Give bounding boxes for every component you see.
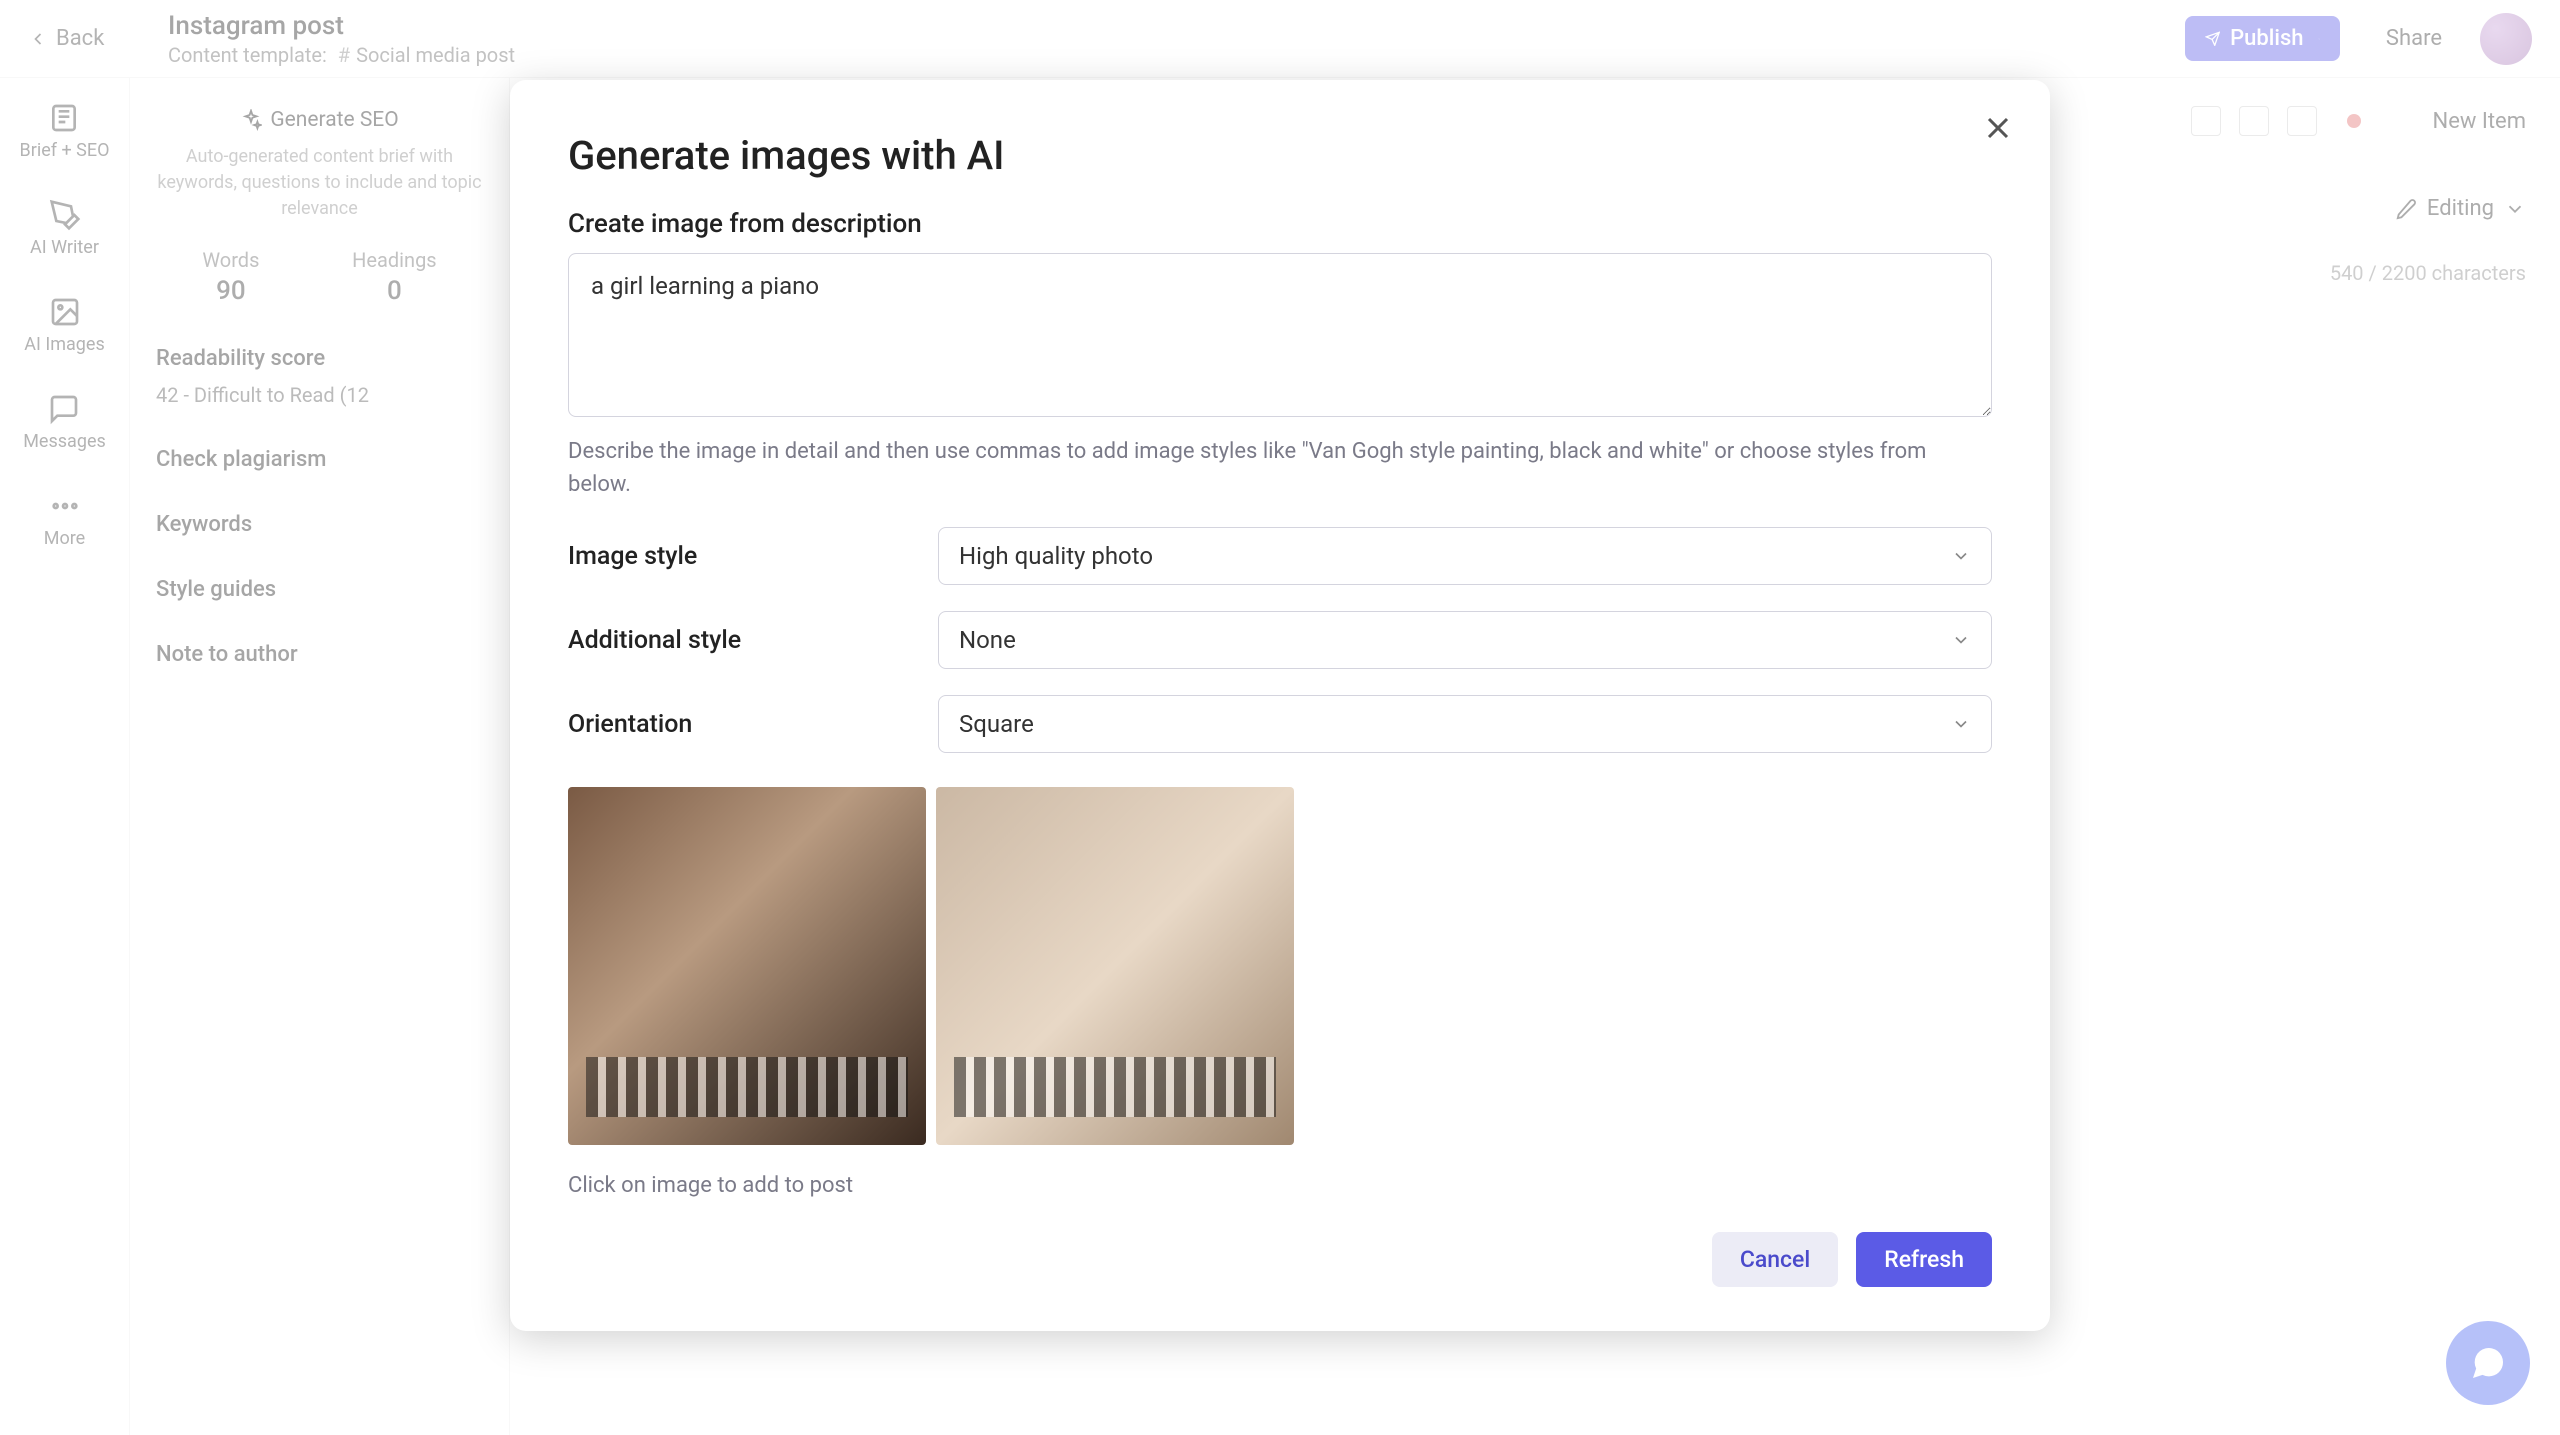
additional-style-row: Additional style None bbox=[568, 611, 1992, 669]
image-style-row: Image style High quality photo bbox=[568, 527, 1992, 585]
generated-image-2[interactable] bbox=[936, 787, 1294, 1145]
description-label: Create image from description bbox=[568, 209, 1992, 239]
orientation-select[interactable]: Square bbox=[938, 695, 1992, 753]
additional-style-label: Additional style bbox=[568, 626, 938, 655]
additional-style-value: None bbox=[959, 626, 1016, 654]
thumbs-caption: Click on image to add to post bbox=[568, 1173, 1992, 1198]
image-style-value: High quality photo bbox=[959, 542, 1153, 570]
modal-title: Generate images with AI bbox=[568, 132, 1992, 179]
description-input[interactable] bbox=[568, 253, 1992, 417]
chevron-down-icon bbox=[1951, 546, 1971, 566]
image-style-select[interactable]: High quality photo bbox=[938, 527, 1992, 585]
generated-thumbs bbox=[568, 787, 1992, 1145]
additional-style-select[interactable]: None bbox=[938, 611, 1992, 669]
modal-actions: Cancel Refresh bbox=[568, 1232, 1992, 1287]
cancel-button[interactable]: Cancel bbox=[1712, 1232, 1838, 1287]
image-style-label: Image style bbox=[568, 542, 938, 571]
refresh-button[interactable]: Refresh bbox=[1856, 1232, 1992, 1287]
orientation-value: Square bbox=[959, 710, 1034, 738]
orientation-label: Orientation bbox=[568, 710, 938, 739]
description-help: Describe the image in detail and then us… bbox=[568, 435, 1992, 501]
orientation-row: Orientation Square bbox=[568, 695, 1992, 753]
close-button[interactable] bbox=[1980, 110, 2016, 146]
close-icon bbox=[1980, 110, 2016, 146]
chevron-down-icon bbox=[1951, 630, 1971, 650]
generate-images-modal: Generate images with AI Create image fro… bbox=[510, 80, 2050, 1331]
generated-image-1[interactable] bbox=[568, 787, 926, 1145]
chevron-down-icon bbox=[1951, 714, 1971, 734]
